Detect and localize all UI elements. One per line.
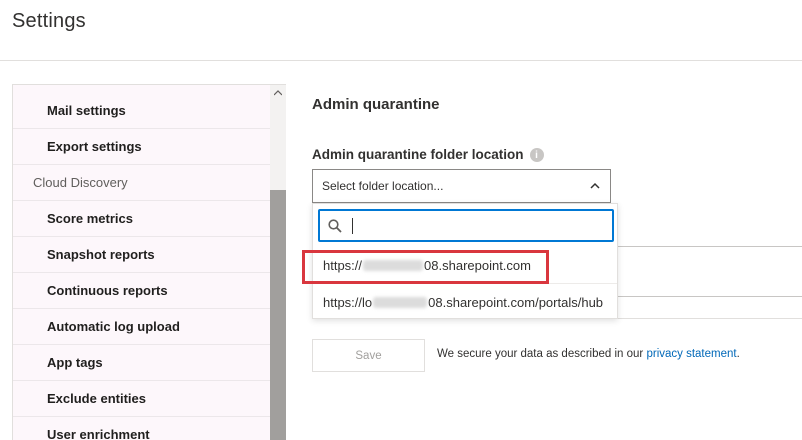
chevron-up-icon[interactable] — [588, 179, 602, 193]
dropdown-search-input[interactable] — [356, 214, 606, 238]
redacted-text — [373, 296, 428, 308]
sidebar-scrollbar[interactable] — [270, 85, 286, 440]
privacy-statement-link[interactable]: privacy statement — [646, 348, 736, 360]
scroll-up-arrow-icon[interactable] — [270, 85, 286, 101]
save-button[interactable]: Save — [312, 339, 425, 372]
info-icon[interactable]: i — [529, 148, 544, 162]
privacy-note-end: . — [736, 348, 740, 360]
sidebar-group-cloud-discovery[interactable]: Cloud Discovery — [13, 165, 271, 201]
option-url-suffix: 08.sharepoint.com/portals/hub — [428, 294, 604, 310]
folder-location-placeholder: Select folder location... — [322, 179, 444, 193]
text-caret — [352, 218, 353, 234]
header-divider — [0, 60, 802, 61]
option-url-prefix: https://lo — [323, 294, 373, 310]
section-title: Admin quarantine — [312, 96, 440, 113]
page-title: Settings — [12, 10, 86, 32]
dropdown-search-box[interactable] — [318, 209, 614, 242]
folder-location-label: Admin quarantine folder location i — [312, 146, 544, 162]
background-field-border — [617, 296, 802, 297]
sidebar-item-automatic-log-upload[interactable]: Automatic log upload — [13, 309, 271, 345]
privacy-note-text: We secure your data as described in our — [437, 348, 647, 360]
sidebar-item-continuous-reports[interactable]: Continuous reports — [13, 273, 271, 309]
folder-location-select[interactable]: Select folder location... — [312, 169, 611, 203]
sidebar-item-export-settings[interactable]: Export settings — [13, 129, 271, 165]
sidebar-item-snapshot-reports[interactable]: Snapshot reports — [13, 237, 271, 273]
search-icon — [328, 219, 342, 233]
sidebar-item-exclude-entities[interactable]: Exclude entities — [13, 381, 271, 417]
sidebar-item-score-metrics[interactable]: Score metrics — [13, 201, 271, 237]
sidebar-item-mail-settings[interactable]: Mail settings — [13, 93, 271, 129]
sidebar-list: Mail settings Export settings Cloud Disc… — [13, 93, 271, 440]
background-field-border — [617, 246, 802, 247]
settings-sidebar: Mail settings Export settings Cloud Disc… — [12, 84, 286, 440]
sidebar-item-app-tags[interactable]: App tags — [13, 345, 271, 381]
scrollbar-thumb[interactable] — [270, 190, 286, 440]
sidebar-item-user-enrichment[interactable]: User enrichment — [13, 417, 271, 440]
folder-option-sharepoint-hub[interactable]: https://lo 08.sharepoint.com/portals/hub — [313, 284, 617, 320]
folder-location-label-text: Admin quarantine folder location — [312, 146, 524, 162]
privacy-note: We secure your data as described in our … — [437, 348, 740, 360]
background-divider — [617, 318, 802, 319]
highlight-annotation — [302, 250, 549, 284]
